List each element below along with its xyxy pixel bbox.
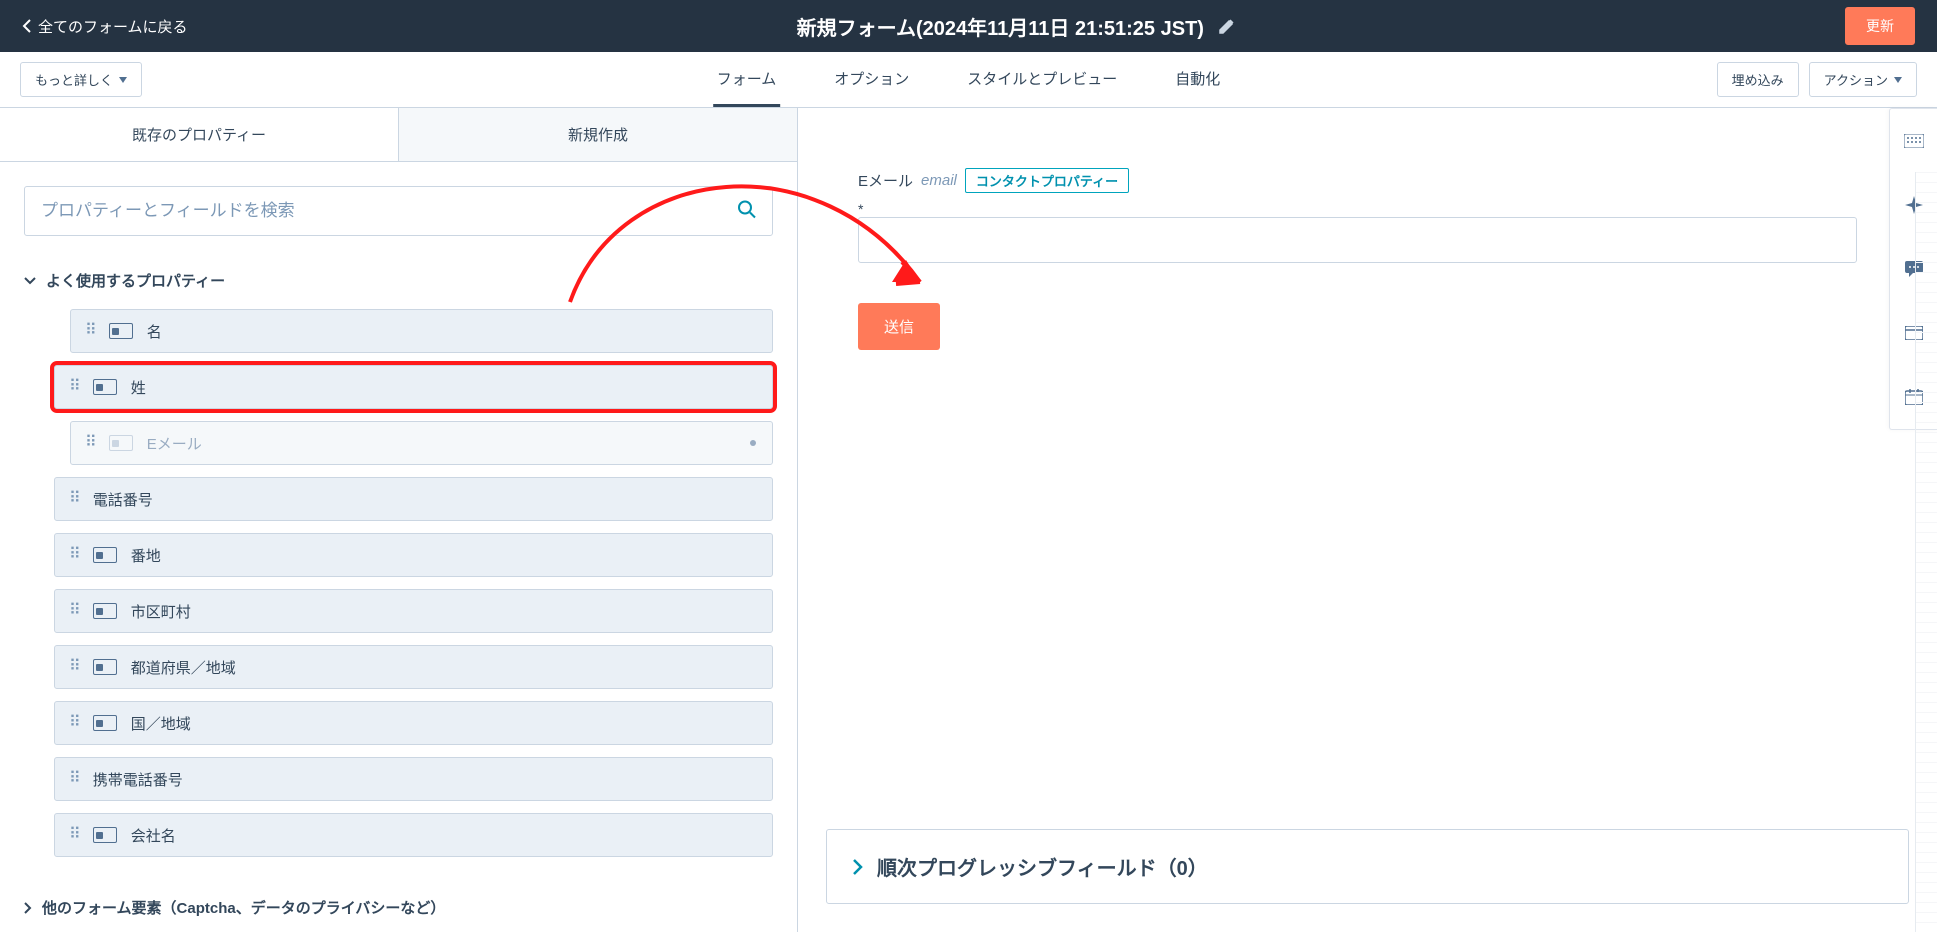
text-field-icon — [109, 435, 133, 451]
drag-handle-icon: ⠿ — [69, 496, 79, 502]
contact-property-badge: コンタクトプロパティー — [965, 168, 1129, 193]
property-item[interactable]: ⠿ 国／地域 — [54, 701, 773, 745]
actions-dropdown[interactable]: アクション — [1809, 62, 1917, 97]
property-item[interactable]: ⠿ 番地 — [54, 533, 773, 577]
property-list: ⠿名⠿姓⠿Eメール⠿電話番号⠿番地⠿市区町村⠿都道府県／地域⠿国／地域⠿携帯電話… — [24, 309, 773, 857]
email-field[interactable] — [858, 217, 1857, 263]
text-field-icon — [109, 323, 133, 339]
progressive-fields-panel[interactable]: 順次プログレッシブフィールド（0） — [826, 829, 1909, 904]
drag-handle-icon: ⠿ — [69, 832, 79, 838]
actions-label: アクション — [1824, 70, 1888, 89]
group-other-header[interactable]: 他のフォーム要素（Captcha、データのプライバシーなど） — [24, 897, 773, 918]
drag-handle-icon: ⠿ — [69, 776, 79, 782]
text-field-icon — [93, 659, 117, 675]
left-panel: 既存のプロパティー 新規作成 よく使用するプロパティー ⠿名⠿姓⠿Eメール⠿電話… — [0, 108, 798, 932]
back-link[interactable]: 全てのフォームに戻る — [22, 16, 188, 37]
submit-button[interactable]: 送信 — [858, 303, 940, 350]
drag-handle-icon: ⠿ — [69, 664, 79, 670]
tab-options[interactable]: オプション — [830, 52, 913, 107]
property-item[interactable]: ⠿ 会社名 — [54, 813, 773, 857]
field-label-row: Eメール email コンタクトプロパティー — [858, 168, 1857, 193]
property-label: 携帯電話番号 — [93, 769, 183, 790]
tab-form[interactable]: フォーム — [713, 52, 781, 107]
text-field-icon — [93, 603, 117, 619]
caret-down-icon — [119, 77, 127, 83]
property-label: 市区町村 — [131, 601, 191, 622]
property-item[interactable]: ⠿ 電話番号 — [54, 477, 773, 521]
toolbar: もっと詳しく フォーム オプション スタイルとプレビュー 自動化 埋め込み アク… — [0, 52, 1937, 108]
drag-handle-icon: ⠿ — [85, 440, 95, 446]
field-label-main: Eメール — [858, 170, 913, 191]
property-label: 姓 — [131, 377, 146, 398]
chevron-down-icon — [24, 277, 36, 285]
embed-button[interactable]: 埋め込み — [1717, 62, 1799, 97]
pencil-icon[interactable] — [1218, 17, 1236, 35]
tab-automation[interactable]: 自動化 — [1171, 52, 1224, 107]
text-field-icon — [93, 379, 117, 395]
property-label: 番地 — [131, 545, 161, 566]
group-other-label: 他のフォーム要素（Captcha、データのプライバシーなど） — [42, 897, 445, 918]
property-label: Eメール — [147, 433, 202, 454]
text-field-icon — [93, 715, 117, 731]
form-canvas: Eメール email コンタクトプロパティー * 送信 — [798, 108, 1937, 829]
left-body: よく使用するプロパティー ⠿名⠿姓⠿Eメール⠿電話番号⠿番地⠿市区町村⠿都道府県… — [0, 162, 797, 932]
left-tab-new[interactable]: 新規作成 — [398, 108, 797, 162]
search-input[interactable] — [24, 186, 773, 236]
main-area: 既存のプロパティー 新規作成 よく使用するプロパティー ⠿名⠿姓⠿Eメール⠿電話… — [0, 108, 1937, 932]
drag-handle-icon: ⠿ — [69, 384, 79, 390]
drag-handle-icon: ⠿ — [69, 608, 79, 614]
property-item[interactable]: ⠿名 — [70, 309, 773, 353]
property-item[interactable]: ⠿ 市区町村 — [54, 589, 773, 633]
group-common-header[interactable]: よく使用するプロパティー — [24, 270, 773, 291]
page-title: 新規フォーム(2024年11月11日 21:51:25 JST) — [797, 12, 1204, 41]
search-icon[interactable] — [737, 200, 757, 223]
drag-handle-icon: ⠿ — [69, 720, 79, 726]
right-panel: Eメール email コンタクトプロパティー * 送信 順次プログレッシブフィー… — [798, 108, 1937, 932]
ruler — [1915, 172, 1937, 932]
chevron-right-icon — [24, 902, 32, 914]
property-item[interactable]: ⠿ 携帯電話番号 — [54, 757, 773, 801]
main-tabs: フォーム オプション スタイルとプレビュー 自動化 — [713, 52, 1225, 107]
more-dropdown[interactable]: もっと詳しく — [20, 62, 142, 97]
text-field-icon — [93, 547, 117, 563]
field-label-italic: email — [921, 172, 957, 189]
property-item: ⠿ Eメール — [70, 421, 773, 465]
left-tab-existing[interactable]: 既存のプロパティー — [0, 108, 398, 161]
drag-handle-icon: ⠿ — [85, 328, 95, 334]
left-tabs: 既存のプロパティー 新規作成 — [0, 108, 797, 162]
property-item[interactable]: ⠿ 都道府県／地域 — [54, 645, 773, 689]
property-label: 電話番号 — [93, 489, 153, 510]
property-label: 都道府県／地域 — [131, 657, 236, 678]
drag-handle-icon: ⠿ — [69, 552, 79, 558]
caret-down-icon — [1894, 77, 1902, 83]
back-label: 全てのフォームに戻る — [38, 16, 188, 37]
more-label: もっと詳しく — [35, 70, 113, 89]
search-wrap — [24, 186, 773, 236]
chevron-left-icon — [22, 19, 32, 33]
property-label: 名 — [147, 321, 162, 342]
tab-style-preview[interactable]: スタイルとプレビュー — [963, 52, 1121, 107]
rail-keyboard-icon[interactable] — [1890, 109, 1937, 173]
update-button[interactable]: 更新 — [1845, 7, 1915, 45]
group-common-label: よく使用するプロパティー — [46, 270, 225, 291]
chevron-right-icon — [853, 859, 863, 875]
used-indicator-icon — [750, 440, 756, 446]
required-star: * — [858, 201, 863, 217]
topbar: 全てのフォームに戻る 新規フォーム(2024年11月11日 21:51:25 J… — [0, 0, 1937, 52]
field-email-block[interactable]: Eメール email コンタクトプロパティー * — [858, 168, 1857, 263]
topbar-title-wrap: 新規フォーム(2024年11月11日 21:51:25 JST) — [797, 12, 1236, 41]
progressive-label: 順次プログレッシブフィールド（0） — [877, 852, 1208, 881]
toolbar-right: 埋め込み アクション — [1717, 62, 1917, 97]
property-label: 会社名 — [131, 825, 176, 846]
text-field-icon — [93, 827, 117, 843]
property-item[interactable]: ⠿姓 — [54, 365, 773, 409]
property-label: 国／地域 — [131, 713, 191, 734]
